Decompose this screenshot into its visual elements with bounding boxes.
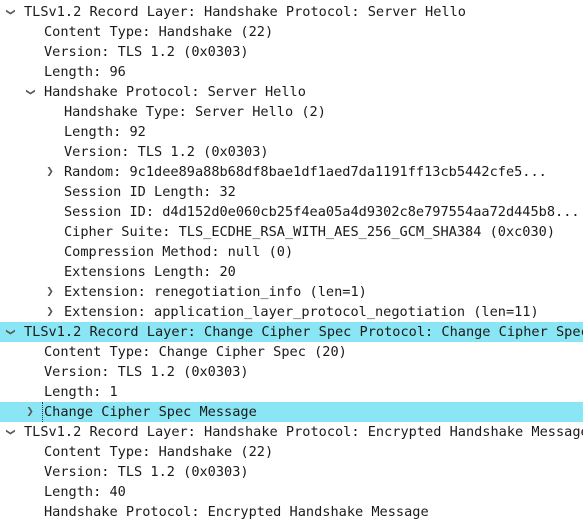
tree-row[interactable]: Version: TLS 1.2 (0x0303): [0, 362, 583, 382]
tree-row[interactable]: Length: 40: [0, 482, 583, 502]
tree-row[interactable]: ❯ TLSv1.2 Record Layer: Handshake Protoco…: [0, 2, 583, 22]
tree-row-label: TLSv1.2 Record Layer: Change Cipher Spec…: [24, 324, 583, 340]
packet-details-tree: ❯ TLSv1.2 Record Layer: Handshake Protoco…: [0, 2, 583, 522]
tree-row[interactable]: Handshake Protocol: Encrypted Handshake …: [0, 502, 583, 522]
chevron-down-icon[interactable]: ❯: [0, 326, 20, 338]
tree-row[interactable]: Length: 1: [0, 382, 583, 402]
tree-row[interactable]: ❯ Handshake Protocol: Server Hello: [0, 82, 583, 102]
tree-row-label: Cipher Suite: TLS_ECDHE_RSA_WITH_AES_256…: [64, 224, 556, 240]
tree-row[interactable]: ❯ Extension: application_layer_protocol_n…: [0, 302, 583, 322]
tree-row[interactable]: Length: 96: [0, 62, 583, 82]
tree-row[interactable]: ❯ TLSv1.2 Record Layer: Change Cipher Spe…: [0, 322, 583, 342]
tree-row[interactable]: ❯ TLSv1.2 Record Layer: Handshake Protoco…: [0, 422, 583, 442]
tree-row-label: Session ID Length: 32: [64, 184, 236, 200]
tree-row[interactable]: Length: 92: [0, 122, 583, 142]
chevron-right-icon[interactable]: ❯: [44, 162, 56, 182]
tree-row[interactable]: ❯ Extension: renegotiation_info (len=1): [0, 282, 583, 302]
tree-row-label: Content Type: Change Cipher Spec (20): [44, 344, 347, 360]
tree-row[interactable]: Version: TLS 1.2 (0x0303): [0, 42, 583, 62]
tree-row[interactable]: Version: TLS 1.2 (0x0303): [0, 462, 583, 482]
tree-row[interactable]: Compression Method: null (0): [0, 242, 583, 262]
tree-row-label: Length: 1: [44, 384, 118, 400]
tree-row-label: TLSv1.2 Record Layer: Handshake Protocol…: [24, 4, 466, 20]
tree-row[interactable]: Version: TLS 1.2 (0x0303): [0, 142, 583, 162]
chevron-down-icon[interactable]: ❯: [20, 86, 40, 98]
tree-row-label: Session ID: d4d152d0e060cb25f4ea05a4d930…: [64, 204, 580, 220]
tree-row[interactable]: Session ID Length: 32: [0, 182, 583, 202]
tree-row-label: Compression Method: null (0): [64, 244, 294, 260]
tree-row[interactable]: Content Type: Change Cipher Spec (20): [0, 342, 583, 362]
tree-row-label: Length: 96: [44, 64, 126, 80]
tree-row-label: Random: 9c1dee89a88b68df8bae1df1aed7da11…: [64, 164, 547, 180]
tree-row-label: Length: 92: [64, 124, 146, 140]
chevron-right-icon[interactable]: ❯: [44, 282, 56, 302]
tree-row[interactable]: ❯ Change Cipher Spec Message: [0, 402, 583, 422]
tree-row[interactable]: Content Type: Handshake (22): [0, 442, 583, 462]
chevron-down-icon[interactable]: ❯: [0, 6, 20, 18]
tree-row-label: Handshake Type: Server Hello (2): [64, 104, 326, 120]
tree-row[interactable]: Handshake Type: Server Hello (2): [0, 102, 583, 122]
tree-row-label: Extensions Length: 20: [64, 264, 236, 280]
tree-row-label: Content Type: Handshake (22): [44, 24, 274, 40]
tree-row-label: Handshake Protocol: Encrypted Handshake …: [44, 504, 429, 520]
chevron-right-icon[interactable]: ❯: [44, 302, 56, 322]
tree-row[interactable]: Cipher Suite: TLS_ECDHE_RSA_WITH_AES_256…: [0, 222, 583, 242]
tree-row-label: Change Cipher Spec Message: [42, 402, 257, 422]
tree-row-label: Extension: renegotiation_info (len=1): [64, 284, 367, 300]
chevron-down-icon[interactable]: ❯: [0, 426, 20, 438]
tree-row-label: Version: TLS 1.2 (0x0303): [44, 464, 249, 480]
tree-row[interactable]: ❯ Random: 9c1dee89a88b68df8bae1df1aed7da1…: [0, 162, 583, 182]
tree-row-label: TLSv1.2 Record Layer: Handshake Protocol…: [24, 424, 583, 440]
tree-row-label: Version: TLS 1.2 (0x0303): [64, 144, 269, 160]
tree-row-label: Content Type: Handshake (22): [44, 444, 274, 460]
tree-row-label: Version: TLS 1.2 (0x0303): [44, 44, 249, 60]
tree-row[interactable]: Session ID: d4d152d0e060cb25f4ea05a4d930…: [0, 202, 583, 222]
tree-row-label: Length: 40: [44, 484, 126, 500]
tree-row-label: Version: TLS 1.2 (0x0303): [44, 364, 249, 380]
chevron-right-icon[interactable]: ❯: [24, 402, 36, 422]
tree-row[interactable]: Extensions Length: 20: [0, 262, 583, 282]
tree-row[interactable]: Content Type: Handshake (22): [0, 22, 583, 42]
tree-row-label: Handshake Protocol: Server Hello: [44, 84, 306, 100]
tree-row-label: Extension: application_layer_protocol_ne…: [64, 304, 539, 320]
